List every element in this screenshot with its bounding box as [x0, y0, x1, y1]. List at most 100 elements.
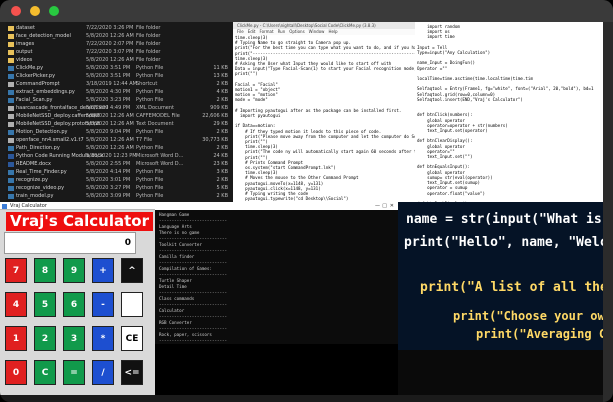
file-row[interactable]: Real_Time_Finder.py 5/8/2020 4:14 PM Pytho…	[6, 168, 233, 176]
file-type: CAFFEMODEL File	[136, 113, 180, 119]
key-9-button[interactable]: 9	[63, 258, 85, 283]
file-name: images	[16, 41, 35, 47]
file-name: README.docx	[16, 161, 51, 167]
file-type: Microsoft Word D...	[136, 161, 184, 167]
file-size: 2 KB	[216, 145, 228, 151]
key-7-button[interactable]: 7	[5, 258, 27, 283]
idle-code-text[interactable]: time.sleep(3) # Typing Name to go straig…	[233, 35, 415, 202]
minimize-window-button[interactable]	[30, 6, 40, 16]
key-plus-button[interactable]: +	[92, 258, 114, 283]
file-type: Microsoft Word D...	[136, 153, 184, 159]
calculator-app-icon	[2, 204, 7, 209]
folder-icon	[8, 49, 14, 55]
file-icon	[8, 177, 14, 183]
file-type: Python File	[136, 145, 164, 151]
file-name: dataset	[16, 25, 35, 31]
file-type: Text Document	[136, 121, 174, 127]
file-icon	[8, 193, 14, 199]
file-type: File folder	[136, 41, 161, 47]
file-row[interactable]: CommandPrompt 3/18/2019 12:44 AM Shortcut 2…	[6, 80, 233, 88]
file-row[interactable]: Python Code Running Module.docx 5/10/2020…	[6, 152, 233, 160]
idle-menu-run[interactable]: Run	[278, 29, 286, 34]
key-minus-button[interactable]: -	[92, 292, 114, 317]
file-size: 909 KB	[210, 105, 228, 111]
file-type: Python File	[136, 177, 164, 183]
file-icon	[8, 113, 14, 119]
file-type: Python File	[136, 89, 164, 95]
file-row[interactable]: ClickerPicker.py 5/8/2020 3:51 PM Python F…	[6, 72, 233, 80]
file-size: 5 KB	[216, 185, 228, 191]
file-row[interactable]: Path_Direction.py 5/8/2020 12:26 AM Python…	[6, 144, 233, 152]
file-name: output	[16, 49, 33, 55]
console-minimize-icon[interactable]: —	[375, 203, 380, 209]
idle-window-title: ClickMe.py - C:\Users\nightall\Desktop\S…	[233, 22, 415, 29]
console-maximize-icon[interactable]: □	[382, 203, 387, 209]
file-row[interactable]: MobileNetSSD_deploy.prototxt.txt 5/8/2020…	[6, 120, 233, 128]
file-size: 2 KB	[216, 129, 228, 135]
key-backspace-button[interactable]: <=	[121, 360, 143, 385]
file-row[interactable]: recognize.py 5/8/2020 3:01 PM Python File 2…	[6, 176, 233, 184]
key-8-button[interactable]: 8	[34, 258, 56, 283]
idle-menu-options[interactable]: Options	[289, 29, 304, 34]
key-6-button[interactable]: 6	[63, 292, 85, 317]
file-date: 5/8/2020 3:51 PM	[86, 73, 131, 79]
idle-menu-edit[interactable]: Edit	[248, 29, 256, 34]
idle-menu-window[interactable]: Window	[309, 29, 325, 34]
file-icon	[8, 153, 14, 159]
idle-menu-file[interactable]: File	[237, 29, 244, 34]
key-2-button[interactable]: 2	[34, 326, 56, 351]
code-closeup-line: print("Choose your own adv	[453, 309, 607, 323]
idle-menu-help[interactable]: Help	[328, 29, 337, 34]
maximize-window-button[interactable]	[49, 6, 59, 16]
file-type: T7 File	[136, 137, 153, 143]
key-1-button[interactable]: 1	[5, 326, 27, 351]
console-close-icon[interactable]: ✕	[390, 203, 394, 209]
calculator-code-snippet: import random import os import time Inpu…	[415, 22, 607, 202]
file-date: 7/22/2020 2:07 PM	[86, 41, 134, 47]
key-4-button[interactable]: 4	[5, 292, 27, 317]
file-date: 5/8/2020 4:14 PM	[86, 169, 131, 175]
file-type: Python File	[136, 169, 164, 175]
file-row[interactable]: output 7/22/2020 3:07 PM File folder	[6, 48, 233, 56]
file-row[interactable]: openface_nn4.small2.v1.t7 5/8/2020 12:26 …	[6, 136, 233, 144]
file-date: 5/10/2020 12:23 PM	[86, 153, 137, 159]
file-row[interactable]: dataset 7/22/2020 3:26 PM File folder	[6, 24, 233, 32]
file-date: 5/8/2020 12:26 AM	[86, 121, 134, 127]
file-icon	[8, 161, 14, 167]
key-clear-entry-button[interactable]: CE	[121, 326, 143, 351]
idle-menu-format[interactable]: Format	[259, 29, 273, 34]
file-row[interactable]: face_detection_model 5/8/2020 12:26 AM Fil…	[6, 32, 233, 40]
file-row[interactable]: recognize_video.py 5/8/2020 3:27 PM Python…	[6, 184, 233, 192]
close-window-button[interactable]	[11, 6, 21, 16]
file-row[interactable]: train_model.py 5/8/2020 3:09 PM Python Fil…	[6, 192, 233, 200]
file-size: 2 KB	[216, 81, 228, 87]
key-power-button[interactable]: ^	[121, 258, 143, 283]
file-row[interactable]: extract_embeddings.py 5/8/2020 4:30 PM Pyt…	[6, 88, 233, 96]
file-name: openface_nn4.small2.v1.t7	[16, 137, 84, 143]
file-date: 7/22/2020 3:26 PM	[86, 25, 134, 31]
file-date: 5/8/2020 12:26 AM	[86, 113, 134, 119]
key-divide-button[interactable]: /	[92, 360, 114, 385]
file-row[interactable]: MobileNetSSD_deploy.caffemodel 5/8/2020 1…	[6, 112, 233, 120]
key-3-button[interactable]: 3	[63, 326, 85, 351]
file-date: 5/8/2020 12:26 AM	[86, 57, 134, 63]
code-closeup-image: name = str(input("What is yo print("Hello…	[398, 202, 607, 350]
file-row[interactable]: README.docx 5/8/2020 2:55 PM Microsoft Wor…	[6, 160, 233, 168]
key-equals-button[interactable]: =	[63, 360, 85, 385]
file-row[interactable]: Facial_Scan.py 5/8/2020 3:23 PM Python Fil…	[6, 96, 233, 104]
key-5-button[interactable]: 5	[34, 292, 56, 317]
file-row[interactable]: images 7/22/2020 2:07 PM File folder	[6, 40, 233, 48]
file-row[interactable]: haarcascade_frontalface_default.xml 5/8/2…	[6, 104, 233, 112]
key-0-button[interactable]: 0	[5, 360, 27, 385]
key-blank-button[interactable]	[121, 292, 143, 317]
file-type: Shortcut	[136, 81, 158, 87]
file-row[interactable]: ClickMe.py 5/8/2020 3:51 PM Python File 11 …	[6, 64, 233, 72]
file-size: 2 KB	[216, 177, 228, 183]
file-date: 5/8/2020 3:01 PM	[86, 177, 131, 183]
key-clear-button[interactable]: C	[34, 360, 56, 385]
key-multiply-button[interactable]: *	[92, 326, 114, 351]
file-name: train_model.py	[16, 193, 54, 199]
file-row[interactable]: videos 5/8/2020 12:26 AM File folder	[6, 56, 233, 64]
file-row[interactable]: Motion_Detection.py 5/8/2020 9:04 PM Pytho…	[6, 128, 233, 136]
file-date: 7/22/2020 3:07 PM	[86, 49, 134, 55]
